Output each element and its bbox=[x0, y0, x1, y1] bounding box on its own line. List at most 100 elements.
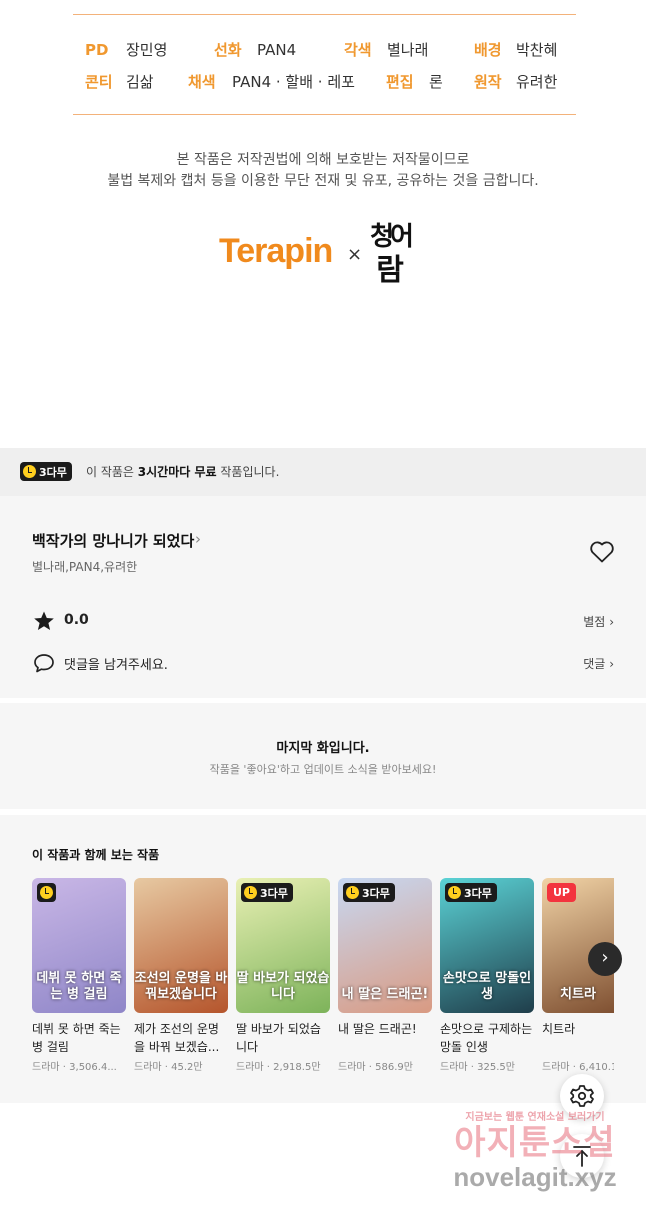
free-text-part: 작품입니다. bbox=[216, 465, 280, 479]
cover-title-art: 데뷔 못 하면 죽는 병 걸림 bbox=[36, 971, 122, 1002]
carousel-next-button[interactable]: › bbox=[588, 942, 622, 976]
recommendation-card[interactable]: 3다무 내 딸은 드래곤! 내 딸은 드래곤! 드라마 · 586.9만 bbox=[338, 878, 432, 1073]
credit-label: 콘티 bbox=[85, 73, 113, 91]
last-episode-title: 마지막 화입니다. bbox=[276, 741, 370, 756]
chevron-right-icon[interactable]: › bbox=[195, 530, 201, 548]
chevron-right-icon: › bbox=[609, 657, 614, 671]
credit-label: 편집 bbox=[386, 73, 414, 91]
logo-text-line: 청어 bbox=[370, 222, 414, 252]
recommendation-card[interactable]: 3다무 딸 바보가 되었습니다 딸 바보가 되었습니다 드라마 · 2,918.… bbox=[236, 878, 330, 1073]
badge-label: 3다무 bbox=[260, 886, 288, 900]
comment-link[interactable]: 댓글 › bbox=[583, 655, 614, 672]
card-genre: 드라마 bbox=[440, 1062, 468, 1073]
credit-value: 별나래 bbox=[387, 41, 429, 59]
comment-placeholder[interactable]: 댓글을 남겨주세요. bbox=[64, 654, 168, 673]
copyright-line: 불법 복제와 캡처 등을 이용한 무단 전재 및 유포, 공유하는 것을 금합니… bbox=[107, 173, 539, 189]
work-title-link[interactable]: 백작가의 망나니가 되었다 bbox=[32, 530, 194, 551]
watermark-line: 지금보는 웹툰 연재소설 보러가기 bbox=[465, 1112, 605, 1123]
card-meta: 드라마 · 3,506.4... bbox=[32, 1062, 117, 1073]
credit-label: 원작 bbox=[474, 73, 502, 91]
recommendations-title: 이 작품과 함께 보는 작품 bbox=[32, 848, 160, 862]
speech-bubble-icon bbox=[34, 654, 54, 673]
card-genre: 드라마 bbox=[542, 1062, 570, 1073]
site-watermark: 지금보는 웹툰 연재소설 보러가기 아지툰소설 novelagit.xyz bbox=[440, 1108, 630, 1200]
card-meta: 드라마 · 6,410.1 bbox=[542, 1058, 614, 1073]
card-title[interactable]: 딸 바보가 되었습니다 bbox=[236, 1020, 330, 1056]
free-notice-text: 이 작품은 3시간마다 무료 작품입니다. bbox=[86, 463, 279, 481]
publisher-logos: Terapin × 청어 람 bbox=[0, 220, 646, 300]
last-episode-subtitle: 작품을 '좋아요'하고 업데이트 소식을 받아보세요! bbox=[209, 763, 437, 776]
credit-label: 채색 bbox=[188, 73, 216, 91]
card-meta: 드라마 · 45.2만 bbox=[134, 1062, 203, 1073]
clock-icon bbox=[448, 886, 461, 899]
recommendations-section: 이 작품과 함께 보는 작품 데뷔 못 하면 죽는 병 걸림 데뷔 못 하면 죽… bbox=[0, 815, 646, 1103]
card-genre: 드라마 bbox=[32, 1062, 60, 1073]
work-info: 백작가의 망나니가 되었다 › 별나래,PAN4,유려한 0.0 별점 › 댓글… bbox=[0, 496, 646, 698]
credit-value: 유려한 bbox=[516, 73, 558, 91]
free-text-bold: 3시간마다 무료 bbox=[137, 465, 217, 479]
recommendation-card[interactable]: 데뷔 못 하면 죽는 병 걸림 데뷔 못 하면 죽는 병 걸림 드라마 · 3,… bbox=[32, 878, 126, 1073]
copyright-line: 본 작품은 저작권법에 의해 보호받는 저작물이므로 bbox=[176, 152, 470, 168]
terapin-logo: Terapin bbox=[219, 232, 333, 270]
card-meta: 드라마 · 325.5만 bbox=[440, 1062, 515, 1073]
last-episode-notice: 마지막 화입니다. 작품을 '좋아요'하고 업데이트 소식을 받아보세요! bbox=[0, 703, 646, 809]
credit-label: 각색 bbox=[344, 41, 372, 59]
recommendation-card[interactable]: 조선의 운명을 바꿔보겠습니다 제가 조선의 운명을 바꿔 보겠습... 드라마… bbox=[134, 878, 228, 1073]
badge-label: 3다무 bbox=[39, 465, 67, 479]
cover-title-art: 딸 바보가 되었습니다 bbox=[236, 971, 330, 1002]
badge-label: 3다무 bbox=[362, 886, 390, 900]
free-text-part: 이 작품은 bbox=[86, 465, 138, 479]
badge-label: 3다무 bbox=[464, 886, 492, 900]
comment-link-label: 댓글 bbox=[583, 657, 606, 671]
star-icon bbox=[34, 611, 54, 630]
free-notice-bar: 3다무 이 작품은 3시간마다 무료 작품입니다. bbox=[0, 448, 646, 496]
cover-thumbnail[interactable]: 조선의 운명을 바꿔보겠습니다 bbox=[134, 878, 228, 1013]
clock-icon bbox=[40, 886, 53, 899]
card-genre: 드라마 bbox=[338, 1062, 366, 1073]
credit-value: PAN4 bbox=[257, 41, 297, 59]
heart-icon[interactable] bbox=[589, 540, 615, 564]
card-title[interactable]: 제가 조선의 운명을 바꿔 보겠습... bbox=[134, 1020, 228, 1056]
cover-title-art: 조선의 운명을 바꿔보겠습니다 bbox=[134, 971, 228, 1002]
card-title[interactable]: 손맛으로 구제하는 망돌 인생 bbox=[440, 1020, 534, 1056]
rate-link-label: 별점 bbox=[583, 615, 606, 629]
rating-row: 0.0 별점 › bbox=[32, 608, 614, 634]
credits-row: 콘티 김삶 채색 PAN4 · 할배 · 레포 편집 론 원작 유려한 bbox=[73, 71, 576, 93]
cover-thumbnail[interactable]: 3다무 내 딸은 드래곤! bbox=[338, 878, 432, 1013]
cover-thumbnail[interactable]: 3다무 딸 바보가 되었습니다 bbox=[236, 878, 330, 1013]
card-meta: 드라마 · 2,918.5만 bbox=[236, 1062, 321, 1073]
card-views: 45.2만 bbox=[171, 1062, 203, 1073]
card-views: 586.9만 bbox=[375, 1062, 413, 1073]
wait-free-badge: 3다무 bbox=[241, 883, 293, 902]
rate-link[interactable]: 별점 › bbox=[583, 613, 614, 630]
clock-icon bbox=[23, 465, 36, 478]
wait-free-badge: 3다무 bbox=[20, 462, 72, 481]
cover-thumbnail[interactable]: 데뷔 못 하면 죽는 병 걸림 bbox=[32, 878, 126, 1013]
credit-value: 론 bbox=[429, 73, 443, 91]
credit-label: 선화 bbox=[214, 41, 242, 59]
watermark-line: novelagit.xyz bbox=[453, 1162, 617, 1192]
watermark-line: 아지툰소설 bbox=[454, 1123, 616, 1163]
credit-value: 박찬혜 bbox=[516, 41, 558, 59]
card-title[interactable]: 데뷔 못 하면 죽는 병 걸림 bbox=[32, 1020, 126, 1056]
logo-separator: × bbox=[347, 244, 363, 265]
card-title[interactable]: 치트라 bbox=[542, 1020, 614, 1056]
cover-thumbnail[interactable]: 3다무 손맛으로 망돌인생 bbox=[440, 878, 534, 1013]
rating-value: 0.0 bbox=[64, 612, 89, 628]
recommendation-card[interactable]: 3다무 손맛으로 망돌인생 손맛으로 구제하는 망돌 인생 드라마 · 325.… bbox=[440, 878, 534, 1073]
credits-row: PD 장민영 선화 PAN4 각색 별나래 배경 박찬혜 bbox=[73, 39, 576, 61]
card-views: 2,918.5만 bbox=[273, 1062, 321, 1073]
clock-icon bbox=[244, 886, 257, 899]
work-authors: 별나래,PAN4,유려한 bbox=[32, 560, 138, 574]
card-meta: 드라마 · 586.9만 bbox=[338, 1062, 413, 1073]
credit-value: PAN4 · 할배 · 레포 bbox=[232, 73, 355, 91]
card-genre: 드라마 bbox=[236, 1062, 264, 1073]
wait-free-badge: 3다무 bbox=[343, 883, 395, 902]
card-title[interactable]: 내 딸은 드래곤! bbox=[338, 1020, 432, 1056]
credits-block: PD 장민영 선화 PAN4 각색 별나래 배경 박찬혜 콘티 김삶 채색 PA… bbox=[73, 14, 576, 115]
chevron-right-icon: › bbox=[609, 615, 614, 629]
cover-title-art: 내 딸은 드래곤! bbox=[341, 987, 429, 1002]
wait-free-badge: 3다무 bbox=[445, 883, 497, 902]
copyright-notice: 본 작품은 저작권법에 의해 보호받는 저작물이므로 불법 복제와 캡처 등을 … bbox=[0, 150, 646, 192]
card-views: 325.5만 bbox=[477, 1062, 515, 1073]
